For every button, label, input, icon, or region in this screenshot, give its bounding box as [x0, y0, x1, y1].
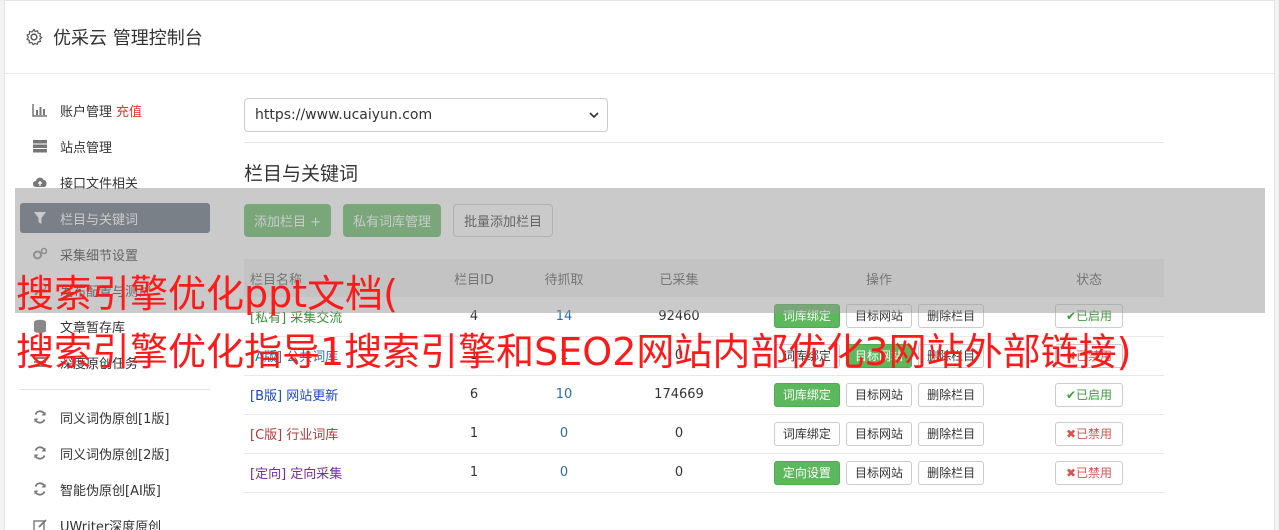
pending-count[interactable]: 0	[514, 414, 614, 454]
status-toggle[interactable]: ✖已禁用	[1054, 421, 1124, 446]
pending-count[interactable]: 10	[514, 375, 614, 415]
sidebar-divider	[20, 389, 210, 390]
ops-cell: 词库绑定 目标网站 删除栏目	[744, 414, 1014, 454]
gear-icon	[26, 28, 43, 46]
delete-column-button[interactable]: 删除栏目	[918, 421, 985, 446]
site-select[interactable]: https://www.ucaiyun.com	[244, 98, 608, 132]
page-header: 优采云 管理控制台	[5, 1, 1274, 74]
sidebar-item-synonym-v1[interactable]: 同义词伪原创[1版]	[20, 402, 210, 432]
status-toggle[interactable]: ✔已启用	[1054, 382, 1124, 407]
sidebar-item-label: 同义词伪原创[1版]	[60, 411, 170, 427]
sidebar-item-label: 站点管理	[60, 140, 113, 156]
target-site-button[interactable]: 目标网站	[845, 421, 912, 446]
overlay-headline-line1: 搜索引擎优化ppt文档(	[16, 272, 398, 316]
sidebar-item-smart-ai[interactable]: 智能伪原创[AI版]	[20, 474, 210, 504]
sidebar-item-account[interactable]: 账户管理 充值	[20, 95, 210, 125]
delete-column-button[interactable]: 删除栏目	[918, 382, 985, 407]
table-row: [B版] 网站更新 6 10 174669 词库绑定 目标网站 删除栏目 ✔已启…	[244, 375, 1164, 415]
pending-count[interactable]: 0	[514, 453, 614, 493]
sidebar-item-label: 智能伪原创[AI版]	[60, 483, 161, 499]
sidebar-item-label: 账户管理	[60, 104, 113, 120]
server-icon	[32, 138, 48, 154]
chevron-down-icon	[589, 112, 599, 119]
recharge-link[interactable]: 充值	[116, 101, 142, 120]
column-name: 行业词库	[286, 428, 339, 443]
target-site-button[interactable]: 目标网站	[845, 382, 912, 407]
sidebar-item-label: 同义词伪原创[2版]	[60, 447, 170, 463]
column-tag: [定向]	[250, 467, 287, 482]
sidebar-item-sites[interactable]: 站点管理	[20, 131, 210, 161]
table-row: [C版] 行业词库 1 0 0 词库绑定 目标网站 删除栏目 ✖已禁用	[244, 414, 1164, 454]
column-id: 1	[434, 414, 514, 454]
status-cell: ✖已禁用	[1014, 453, 1164, 493]
status-cell: ✔已启用	[1014, 375, 1164, 415]
site-select-value: https://www.ucaiyun.com	[255, 107, 433, 123]
directed-settings-button[interactable]: 定向设置	[773, 460, 840, 485]
divider	[244, 142, 1164, 143]
refresh-icon	[32, 409, 48, 425]
edit-icon	[32, 517, 48, 530]
ops-cell: 词库绑定 目标网站 删除栏目	[744, 375, 1014, 415]
refresh-icon	[32, 481, 48, 497]
column-name-link[interactable]: [B版] 网站更新	[244, 375, 434, 415]
bind-lexicon-button[interactable]: 词库绑定	[773, 382, 840, 407]
column-tag: [B版]	[250, 389, 283, 404]
sidebar-item-uwriter[interactable]: UWriter深度原创	[20, 510, 210, 530]
column-id: 6	[434, 375, 514, 415]
target-site-button[interactable]: 目标网站	[845, 460, 912, 485]
column-name-link[interactable]: [定向] 定向采集	[244, 453, 434, 493]
bar-chart-icon	[32, 102, 48, 118]
section-title: 栏目与关键词	[244, 163, 359, 185]
refresh-icon	[32, 445, 48, 461]
status-cell: ✖已禁用	[1014, 414, 1164, 454]
column-id: 1	[434, 453, 514, 493]
delete-column-button[interactable]: 删除栏目	[918, 460, 985, 485]
page-title: 优采云 管理控制台	[53, 28, 203, 49]
collected-count: 0	[614, 453, 744, 493]
column-tag: [C版]	[250, 428, 283, 443]
collected-count: 174669	[614, 375, 744, 415]
status-toggle[interactable]: ✖已禁用	[1054, 460, 1124, 485]
sidebar-item-synonym-v2[interactable]: 同义词伪原创[2版]	[20, 438, 210, 468]
column-name: 定向采集	[290, 467, 343, 482]
sidebar-item-label: UWriter深度原创	[60, 519, 162, 530]
ops-cell: 定向设置 目标网站 删除栏目	[744, 453, 1014, 493]
table-row: [定向] 定向采集 1 0 0 定向设置 目标网站 删除栏目 ✖已禁用	[244, 453, 1164, 493]
column-name: 网站更新	[286, 389, 339, 404]
overlay-headline-line2: 搜索引擎优化指导1搜索引擎和SEO2网站内部优化3网站外部链接)	[16, 330, 1132, 374]
column-name-link[interactable]: [C版] 行业词库	[244, 414, 434, 454]
bind-lexicon-button[interactable]: 词库绑定	[773, 421, 840, 446]
collected-count: 0	[614, 414, 744, 454]
